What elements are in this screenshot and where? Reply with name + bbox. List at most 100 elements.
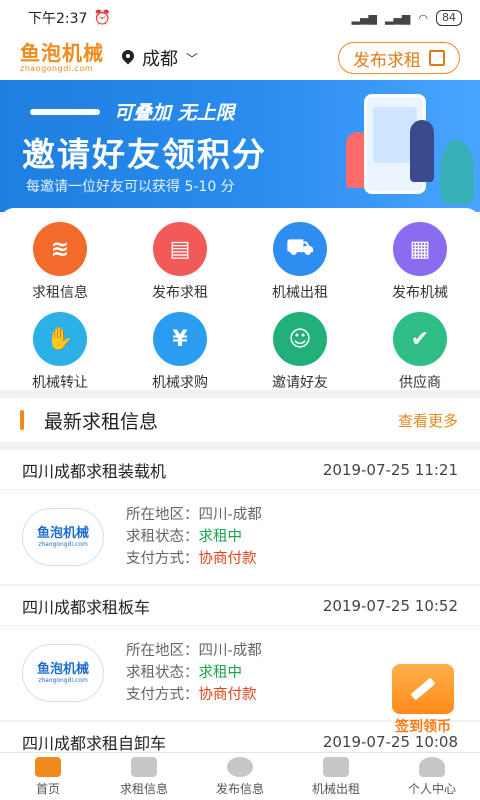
- user-icon: [419, 756, 445, 777]
- section-title: 最新求租信息: [44, 410, 159, 433]
- grid-label: 机械出租: [272, 285, 328, 301]
- company-logo-text: 鱼泡机械: [36, 661, 89, 677]
- list-icon: [131, 756, 157, 777]
- tab-rental-info[interactable]: 求租信息: [96, 753, 192, 800]
- latest-rentals-header: 最新求租信息 查看更多: [0, 398, 480, 442]
- grid-label: 发布机械: [392, 285, 448, 301]
- section-accent: [20, 410, 24, 430]
- battery-icon: 84: [436, 10, 462, 26]
- plus-circle-icon: [227, 756, 253, 777]
- edit-icon: [429, 50, 445, 66]
- rental-title: 四川成都求租板车: [22, 597, 151, 617]
- alarm-icon: ⏰: [93, 10, 111, 26]
- company-logo: 鱼泡机械 zhaogongdi.com: [22, 508, 104, 566]
- chevron-down-icon: ﹀: [186, 51, 199, 66]
- region-value: 四川-成都: [198, 507, 262, 523]
- invite-banner[interactable]: 可叠加 无上限 邀请好友领积分 每邀请一位好友可以获得 5-10 分: [0, 80, 480, 212]
- tab-label: 个人中心: [407, 781, 456, 796]
- banner-title: 邀请好友领积分: [22, 135, 267, 174]
- grid-item-post-machine[interactable]: ▦ 发布机械: [360, 216, 480, 306]
- status-time: 下午2:37 ⏰: [28, 8, 111, 28]
- logo-subtext: zhaogongdi.com: [20, 64, 94, 73]
- sign-in-coins-button[interactable]: 签到领币: [384, 664, 462, 736]
- tab-home[interactable]: 首页: [0, 753, 96, 800]
- logo-text: 鱼泡机械: [20, 41, 104, 65]
- clock-text: 下午2:37: [28, 11, 88, 27]
- company-logo-subtext: zhaogongdi.com: [38, 540, 88, 548]
- company-logo-text: 鱼泡机械: [36, 525, 89, 541]
- tab-label: 机械出租: [311, 781, 360, 796]
- payment-value: 协商付款: [198, 687, 257, 703]
- tab-label: 求租信息: [119, 781, 168, 796]
- clipboard-icon: ▦: [393, 222, 447, 276]
- rental-info: 所在地区：四川-成都 求租状态：求租中 支付方式：协商付款: [126, 640, 262, 706]
- pencil-icon: [392, 664, 454, 714]
- post-rental-button[interactable]: 发布求租: [338, 42, 460, 74]
- city-selector[interactable]: 成都 ﹀: [122, 45, 198, 71]
- status-label: 求租状态：: [126, 665, 199, 681]
- city-label: 成都: [142, 49, 178, 70]
- grid-label: 供应商: [399, 375, 441, 391]
- grid-item-post-rental[interactable]: ▤ 发布求租: [120, 216, 240, 306]
- status-bar: 下午2:37 ⏰ ▂▄▆ ▂▄▆ ◠ 84: [0, 0, 480, 36]
- grid-item-rental-info[interactable]: ≋ 求租信息: [0, 216, 120, 306]
- grid-item-machine-transfer[interactable]: ✋ 机械转让: [0, 306, 120, 396]
- document-icon: ▤: [153, 222, 207, 276]
- grid-item-supplier[interactable]: ✔ 供应商: [360, 306, 480, 396]
- sign-in-label: 签到领币: [395, 719, 451, 735]
- rental-date: 2019-07-25 11:21: [322, 460, 458, 479]
- supplier-icon: ✔: [393, 312, 447, 366]
- tab-label: 发布信息: [215, 781, 264, 796]
- rental-card[interactable]: 四川成都求租装载机 2019-07-25 11:21 鱼泡机械 zhaogong…: [0, 450, 480, 584]
- grid-label: 邀请好友: [272, 375, 328, 391]
- layers-icon: ≋: [33, 222, 87, 276]
- region-value: 四川-成都: [198, 643, 262, 659]
- app-header: 鱼泡机械 zhaogongdi.com 成都 ﹀ 发布求租: [0, 36, 480, 80]
- signal-icon-2: ▂▄▆: [385, 11, 411, 25]
- feature-grid: ≋ 求租信息 ▤ 发布求租 ⛟ 机械出租 ▦ 发布机械 ✋ 机械转让 ¥ 机械求…: [0, 208, 480, 391]
- wifi-icon: ◠: [418, 11, 428, 25]
- banner-subtitle: 每邀请一位好友可以获得 5-10 分: [26, 179, 235, 195]
- rental-title: 四川成都求租装载机: [22, 461, 167, 481]
- grid-label: 机械求购: [152, 375, 208, 391]
- excavator-icon: ⛟: [273, 222, 327, 276]
- grid-label: 机械转让: [32, 375, 88, 391]
- bottom-tab-bar: 首页 求租信息 发布信息 机械出租 个人中心: [0, 752, 480, 800]
- grid-label: 求租信息: [32, 285, 88, 301]
- add-user-icon: ☺: [273, 312, 327, 366]
- tab-machine-rent[interactable]: 机械出租: [288, 753, 384, 800]
- tab-label: 首页: [35, 781, 60, 796]
- status-value: 求租中: [198, 665, 243, 681]
- tab-profile[interactable]: 个人中心: [384, 753, 480, 800]
- status-value: 求租中: [198, 529, 243, 545]
- company-logo: 鱼泡机械 zhaogongdi.com: [22, 644, 104, 702]
- tab-post-info[interactable]: 发布信息: [192, 753, 288, 800]
- banner-plant: [440, 140, 474, 204]
- location-pin-icon: [122, 50, 134, 66]
- banner-figure-man: [410, 120, 434, 182]
- post-rental-label: 发布求租: [353, 50, 421, 71]
- machine-icon: [323, 756, 349, 777]
- payment-value: 协商付款: [198, 551, 257, 567]
- region-label: 所在地区：: [126, 643, 199, 659]
- status-label: 求租状态：: [126, 529, 199, 545]
- banner-bar: [30, 108, 100, 115]
- app-logo: 鱼泡机械 zhaogongdi.com: [20, 43, 104, 73]
- grid-item-machine-rent[interactable]: ⛟ 机械出租: [240, 216, 360, 306]
- yuan-bill-icon: ¥: [153, 312, 207, 366]
- grid-label: 发布求租: [152, 285, 208, 301]
- signal-icon: ▂▄▆: [351, 11, 377, 25]
- banner-tagline: 可叠加 无上限: [30, 98, 235, 125]
- grid-item-machine-purchase[interactable]: ¥ 机械求购: [120, 306, 240, 396]
- payment-label: 支付方式：: [126, 551, 199, 567]
- home-icon: [35, 756, 61, 777]
- rental-title: 四川成都求租自卸车: [22, 734, 167, 752]
- payment-label: 支付方式：: [126, 687, 199, 703]
- rental-info: 所在地区：四川-成都 求租状态：求租中 支付方式：协商付款: [126, 504, 262, 570]
- region-label: 所在地区：: [126, 507, 199, 523]
- company-logo-subtext: zhaogongdi.com: [38, 676, 88, 684]
- rental-date: 2019-07-25 10:52: [322, 596, 458, 615]
- grid-item-invite-friends[interactable]: ☺ 邀请好友: [240, 306, 360, 396]
- view-more-link[interactable]: 查看更多: [398, 410, 458, 431]
- handshake-icon: ✋: [33, 312, 87, 366]
